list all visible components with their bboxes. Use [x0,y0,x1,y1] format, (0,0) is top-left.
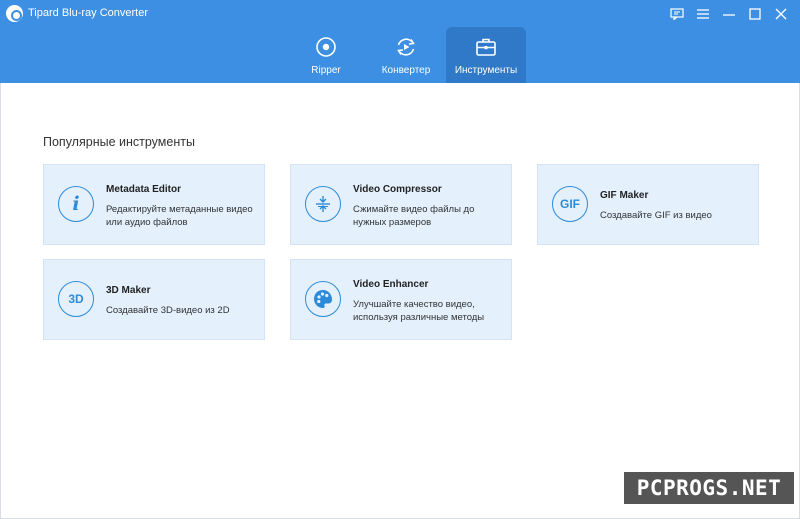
title-bar: Tipard Blu-ray Converter Ripper Конверте… [0,0,800,83]
app-title: Tipard Blu-ray Converter [28,7,149,19]
minimize-icon[interactable] [718,5,740,23]
tool-card-metadata-editor[interactable]: i Metadata Editor Редактируйте метаданны… [43,164,265,245]
3d-icon: 3D [58,281,94,317]
compress-icon [305,186,341,222]
tab-ripper[interactable]: Ripper [286,27,366,83]
tab-label: Инструменты [454,65,518,76]
tool-card-video-compressor[interactable]: Video Compressor Сжимайте видео файлы до… [290,164,512,245]
tab-converter[interactable]: Конвертер [366,27,446,83]
tool-card-3d-maker[interactable]: 3D 3D Maker Создавайте 3D-видео из 2D [43,259,265,340]
palette-icon [305,281,341,317]
tool-title: 3D Maker [106,285,151,296]
tab-label: Ripper [311,65,341,76]
tool-title: Metadata Editor [106,184,182,195]
tool-title: Video Compressor [353,184,442,195]
tool-description: Улучшайте качество видео, используя разл… [353,299,485,323]
maximize-icon[interactable] [744,5,766,23]
tool-title: Video Enhancer [353,279,429,290]
menu-icon[interactable] [692,5,714,23]
tool-description: Сжимайте видео файлы до нужных размеров [353,204,475,228]
tab-label: Конвертер [381,65,431,76]
disc-icon [316,37,336,57]
tool-description: Создавайте GIF из видео [600,210,712,221]
toolbox-icon [476,38,496,56]
feedback-icon[interactable] [666,5,688,23]
tool-card-video-enhancer[interactable]: Video Enhancer Улучшайте качество видео,… [290,259,512,340]
info-icon: i [58,186,94,222]
convert-icon [397,38,415,56]
close-icon[interactable] [770,5,792,23]
main-tabs: Ripper Конвертер Инструменты [286,27,526,83]
app-logo-icon [6,5,23,22]
tool-description: Редактируйте метаданные видео или аудио … [106,204,253,228]
tool-title: GIF Maker [600,190,649,201]
gif-icon: GIF [552,186,588,222]
tab-tools[interactable]: Инструменты [446,27,526,83]
section-title: Популярные инструменты [43,135,195,149]
watermark: PCPROGS.NET [624,472,794,504]
tool-description: Создавайте 3D-видео из 2D [106,305,230,316]
tools-panel: Популярные инструменты i Metadata Editor… [0,83,800,519]
window-controls [666,5,792,23]
tool-card-gif-maker[interactable]: GIF GIF Maker Создавайте GIF из видео [537,164,759,245]
